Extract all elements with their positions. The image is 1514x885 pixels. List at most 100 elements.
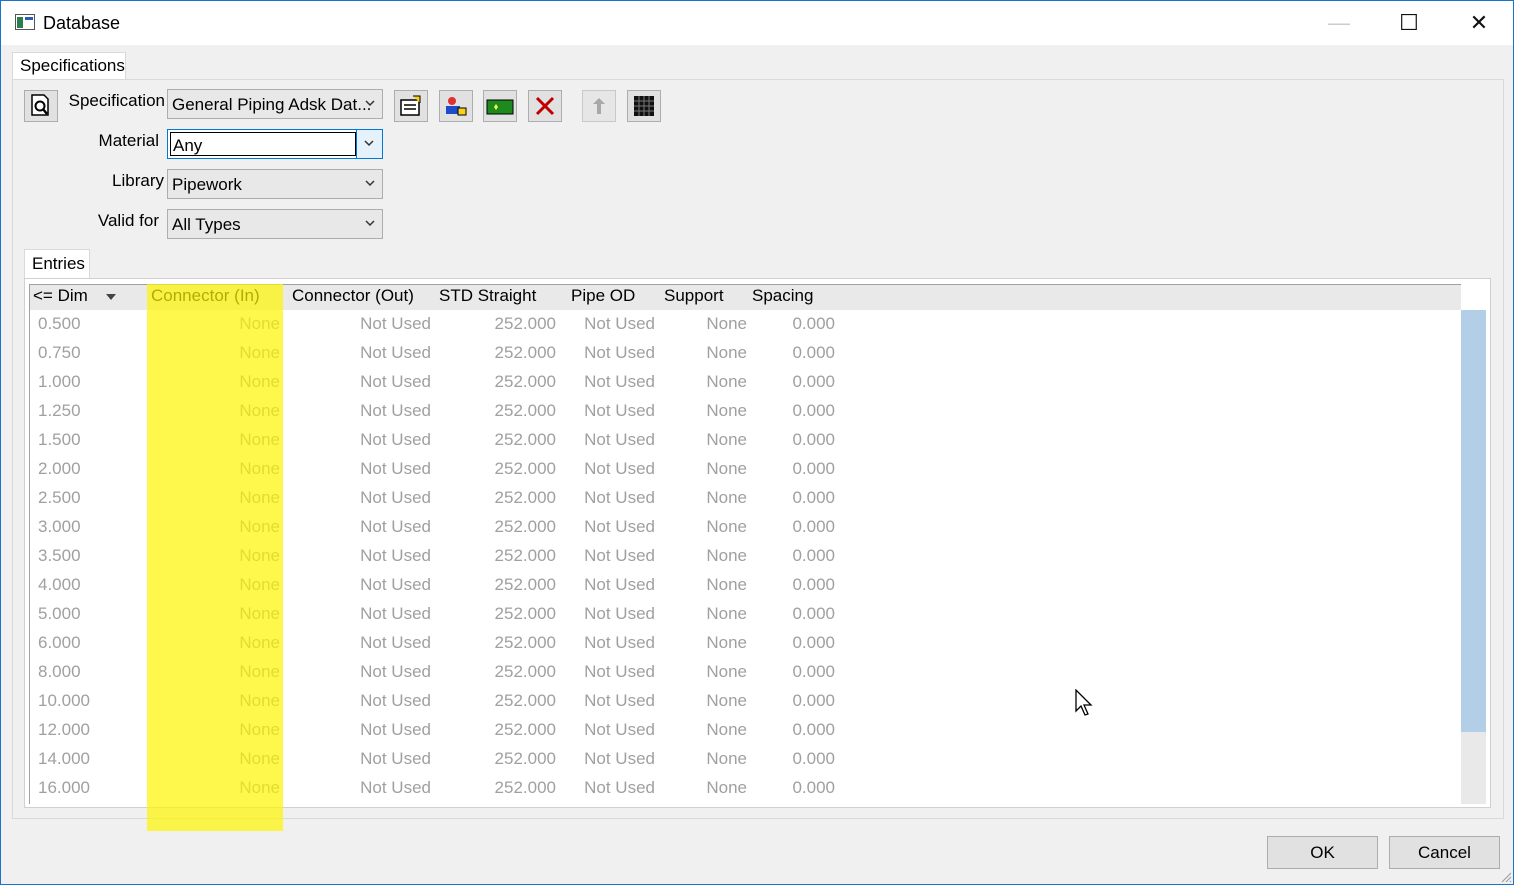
table-row[interactable]: 5.000 None Not Used 252.000 Not Used None 0.00…: [30, 600, 1461, 629]
cell-support[interactable]: None: [706, 749, 747, 769]
cell-connector-out[interactable]: Not Used: [360, 633, 431, 653]
cell-support[interactable]: None: [706, 459, 747, 479]
cell-connector-in[interactable]: None: [239, 488, 280, 508]
cell-std-straight[interactable]: 252.000: [495, 575, 556, 595]
material-value[interactable]: Any: [170, 132, 356, 156]
cell-dim[interactable]: 1.250: [38, 401, 81, 421]
cell-connector-in[interactable]: None: [239, 691, 280, 711]
preview-button[interactable]: [24, 90, 58, 122]
cell-std-straight[interactable]: 252.000: [495, 372, 556, 392]
material-dropdown-button[interactable]: [356, 130, 382, 158]
cell-pipe-od[interactable]: Not Used: [584, 488, 655, 508]
cell-connector-out[interactable]: Not Used: [360, 401, 431, 421]
cell-dim[interactable]: 6.000: [38, 633, 81, 653]
scrollbar-thumb[interactable]: [1461, 310, 1486, 732]
cell-std-straight[interactable]: 252.000: [495, 401, 556, 421]
cell-dim[interactable]: 14.000: [38, 749, 90, 769]
cell-support[interactable]: None: [706, 604, 747, 624]
table-row[interactable]: 12.000 None Not Used 252.000 Not Used None 0.0…: [30, 716, 1461, 745]
table-row[interactable]: 6.000 None Not Used 252.000 Not Used None 0.00…: [30, 629, 1461, 658]
cell-support[interactable]: None: [706, 314, 747, 334]
column-header-spacing[interactable]: Spacing: [752, 285, 813, 310]
cell-connector-in[interactable]: None: [239, 343, 280, 363]
cell-support[interactable]: None: [706, 633, 747, 653]
table-row[interactable]: 1.500 None Not Used 252.000 Not Used None 0.00…: [30, 426, 1461, 455]
add-button[interactable]: [483, 90, 517, 122]
cell-std-straight[interactable]: 252.000: [495, 517, 556, 537]
table-row[interactable]: 0.500 None Not Used 252.000 Not Used None 0.00…: [30, 310, 1461, 339]
cell-dim[interactable]: 5.000: [38, 604, 81, 624]
specification-dropdown[interactable]: General Piping Adsk Dat...: [167, 89, 383, 119]
cell-support[interactable]: None: [706, 517, 747, 537]
cell-dim[interactable]: 0.500: [38, 314, 81, 334]
cell-std-straight[interactable]: 252.000: [495, 314, 556, 334]
cell-connector-out[interactable]: Not Used: [360, 430, 431, 450]
cell-dim[interactable]: 3.000: [38, 517, 81, 537]
cell-connector-out[interactable]: Not Used: [360, 372, 431, 392]
cell-dim[interactable]: 2.500: [38, 488, 81, 508]
cell-dim[interactable]: 10.000: [38, 691, 90, 711]
cell-std-straight[interactable]: 252.000: [495, 662, 556, 682]
delete-button[interactable]: [528, 90, 562, 122]
cell-spacing[interactable]: 0.000: [792, 343, 835, 363]
ok-button[interactable]: OK: [1267, 836, 1378, 869]
table-row[interactable]: 8.000 None Not Used 252.000 Not Used None 0.00…: [30, 658, 1461, 687]
table-row[interactable]: 3.000 None Not Used 252.000 Not Used None 0.00…: [30, 513, 1461, 542]
cell-connector-in[interactable]: None: [239, 430, 280, 450]
maximize-button[interactable]: ☐: [1374, 1, 1444, 45]
cell-std-straight[interactable]: 252.000: [495, 343, 556, 363]
cell-support[interactable]: None: [706, 691, 747, 711]
cell-connector-in[interactable]: None: [239, 604, 280, 624]
table-row[interactable]: 14.000 None Not Used 252.000 Not Used None 0.0…: [30, 745, 1461, 774]
cell-pipe-od[interactable]: Not Used: [584, 314, 655, 334]
cell-pipe-od[interactable]: Not Used: [584, 459, 655, 479]
cell-spacing[interactable]: 0.000: [792, 575, 835, 595]
cell-std-straight[interactable]: 252.000: [495, 691, 556, 711]
cell-dim[interactable]: 12.000: [38, 720, 90, 740]
cell-connector-out[interactable]: Not Used: [360, 604, 431, 624]
sort-dropdown-icon[interactable]: [106, 294, 116, 300]
cell-spacing[interactable]: 0.000: [792, 778, 835, 798]
cell-spacing[interactable]: 0.000: [792, 430, 835, 450]
cell-pipe-od[interactable]: Not Used: [584, 517, 655, 537]
resize-grip-icon[interactable]: [1498, 869, 1512, 883]
cell-pipe-od[interactable]: Not Used: [584, 749, 655, 769]
cell-support[interactable]: None: [706, 778, 747, 798]
cell-support[interactable]: None: [706, 575, 747, 595]
cell-dim[interactable]: 16.000: [38, 778, 90, 798]
cell-std-straight[interactable]: 252.000: [495, 778, 556, 798]
cell-pipe-od[interactable]: Not Used: [584, 430, 655, 450]
minimize-button[interactable]: —: [1304, 1, 1374, 45]
cell-connector-out[interactable]: Not Used: [360, 575, 431, 595]
valid-for-dropdown[interactable]: All Types: [167, 209, 383, 239]
cell-connector-out[interactable]: Not Used: [360, 343, 431, 363]
cell-connector-in[interactable]: None: [239, 372, 280, 392]
cell-pipe-od[interactable]: Not Used: [584, 691, 655, 711]
cell-connector-out[interactable]: Not Used: [360, 720, 431, 740]
table-row[interactable]: 16.000 None Not Used 252.000 Not Used None 0.0…: [30, 774, 1461, 803]
cell-pipe-od[interactable]: Not Used: [584, 546, 655, 566]
cell-connector-in[interactable]: None: [239, 633, 280, 653]
cell-support[interactable]: None: [706, 720, 747, 740]
cell-connector-out[interactable]: Not Used: [360, 662, 431, 682]
cell-connector-out[interactable]: Not Used: [360, 488, 431, 508]
column-header-std-straight[interactable]: STD Straight: [439, 285, 536, 310]
cell-pipe-od[interactable]: Not Used: [584, 604, 655, 624]
table-row[interactable]: 1.000 None Not Used 252.000 Not Used None 0.00…: [30, 368, 1461, 397]
cell-connector-out[interactable]: Not Used: [360, 314, 431, 334]
cell-spacing[interactable]: 0.000: [792, 604, 835, 624]
cell-connector-in[interactable]: None: [239, 314, 280, 334]
tab-entries[interactable]: Entries: [24, 249, 90, 279]
close-button[interactable]: ✕: [1444, 1, 1514, 45]
column-header-support[interactable]: Support: [664, 285, 724, 310]
table-row[interactable]: 4.000 None Not Used 252.000 Not Used None 0.00…: [30, 571, 1461, 600]
cell-connector-out[interactable]: Not Used: [360, 459, 431, 479]
cell-spacing[interactable]: 0.000: [792, 459, 835, 479]
cell-dim[interactable]: 1.000: [38, 372, 81, 392]
cell-pipe-od[interactable]: Not Used: [584, 372, 655, 392]
column-header-connector-in[interactable]: Connector (In): [151, 285, 260, 310]
cell-connector-in[interactable]: None: [239, 778, 280, 798]
cell-connector-in[interactable]: None: [239, 401, 280, 421]
cell-support[interactable]: None: [706, 662, 747, 682]
cell-connector-in[interactable]: None: [239, 546, 280, 566]
